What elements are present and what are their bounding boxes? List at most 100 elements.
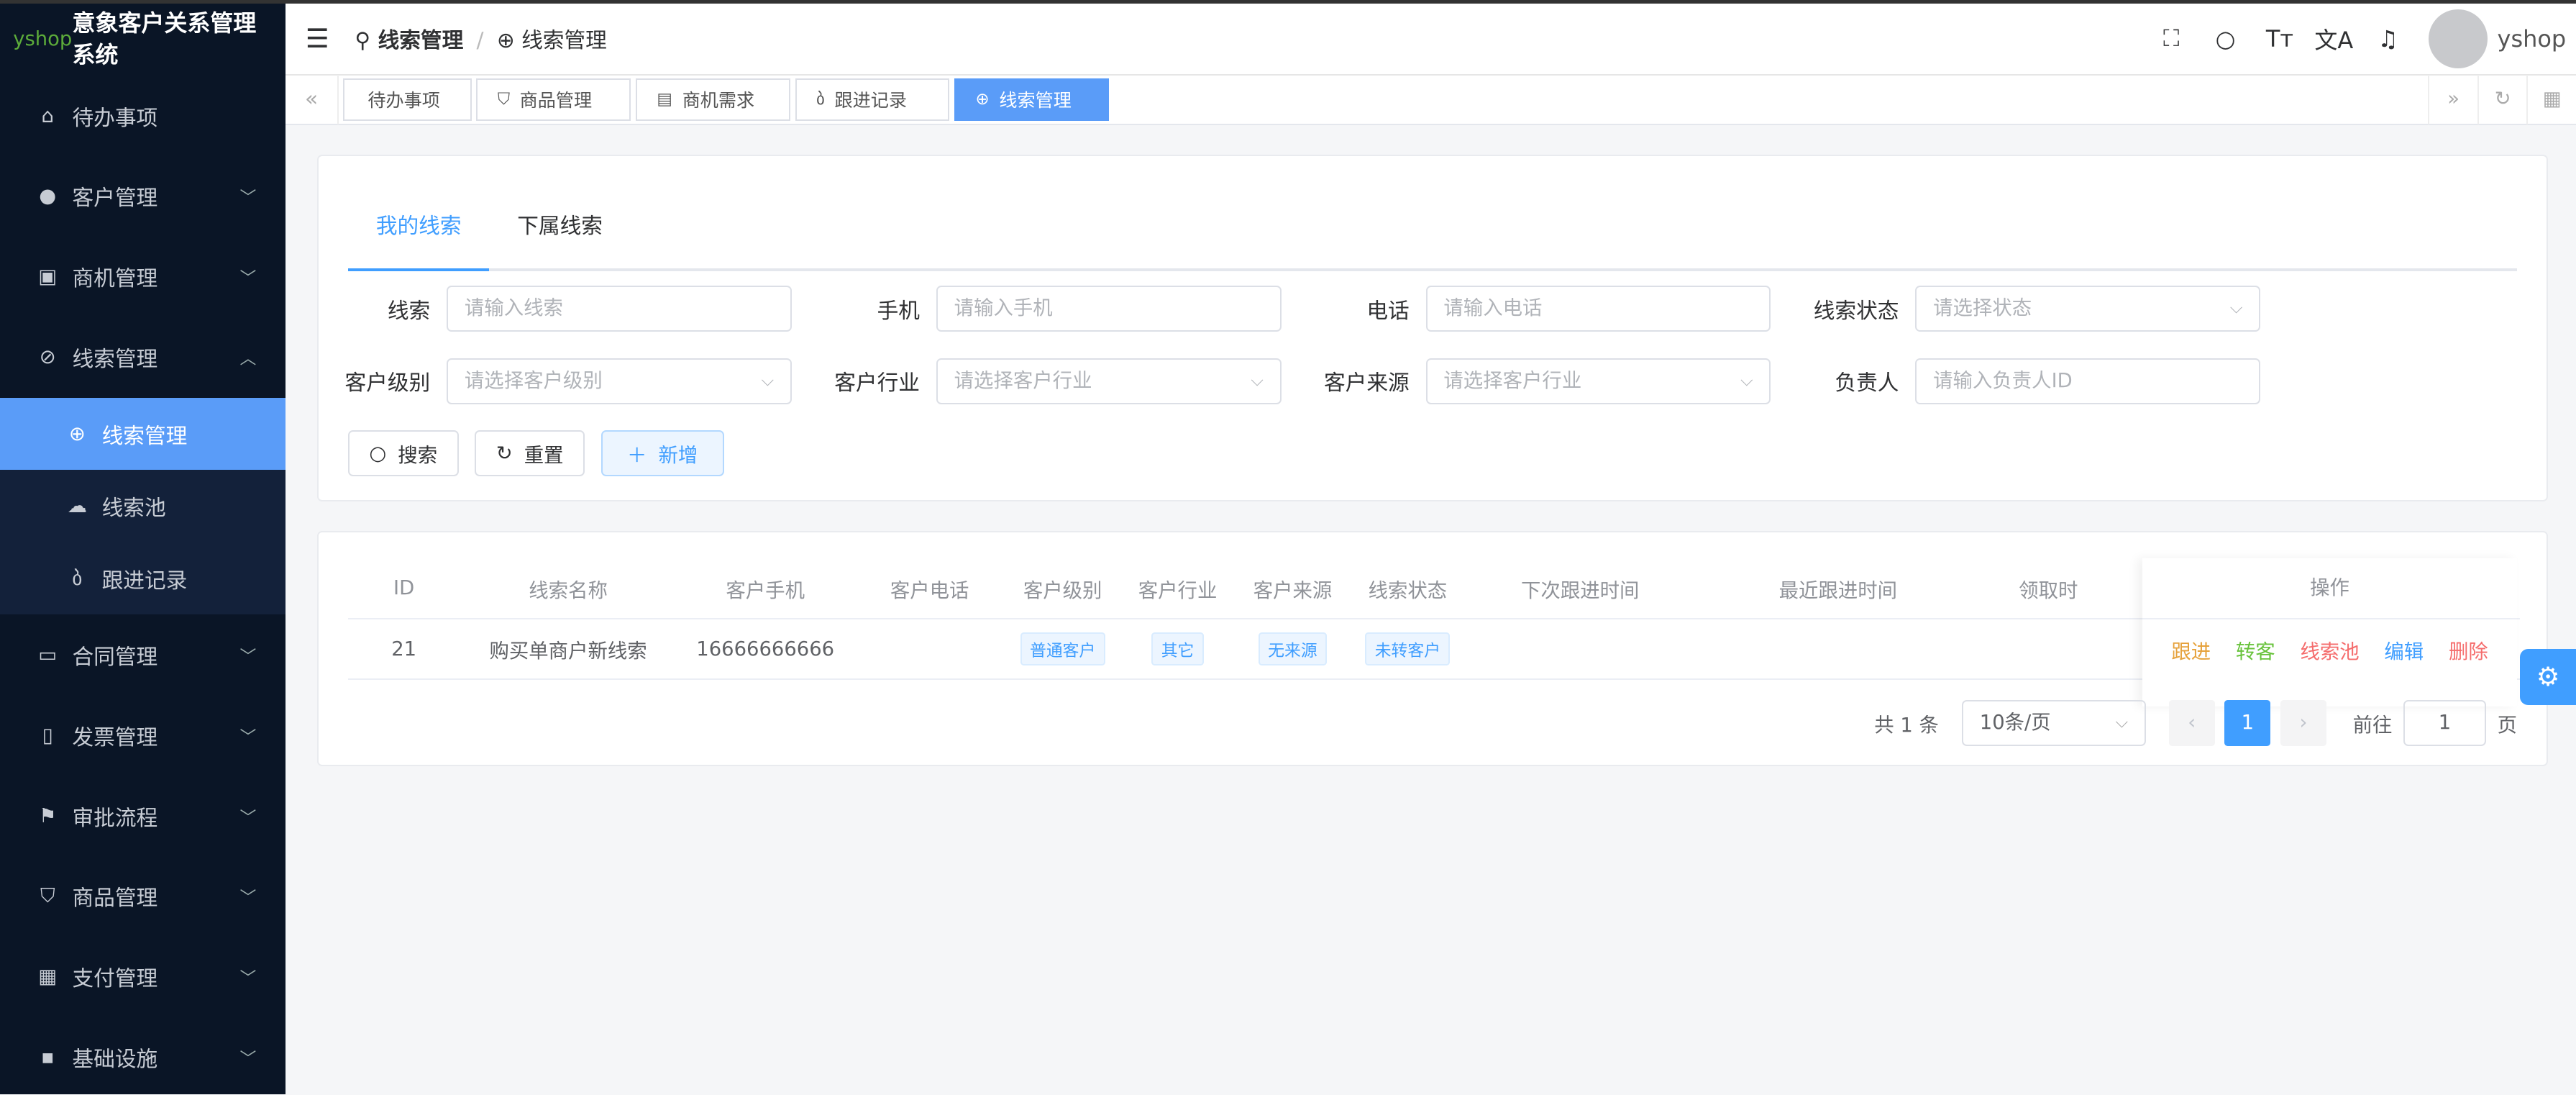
- username[interactable]: yshop: [2498, 25, 2567, 53]
- page-tab[interactable]: ▤ 商机需求: [636, 78, 790, 122]
- header-tools: ⛶ ○ Tт 文A ♫ yshop: [2144, 3, 2575, 76]
- column-header: 线索状态: [1368, 579, 1448, 602]
- tab-icon: ბ: [816, 90, 825, 109]
- settings-gear-icon[interactable]: ⚙: [2520, 649, 2576, 705]
- column-header: 线索名称: [529, 579, 608, 602]
- field-label: 线索: [387, 298, 431, 324]
- table-cell: 其它: [1120, 632, 1236, 666]
- search-icon[interactable]: ○: [2198, 25, 2252, 53]
- grid-menu-icon[interactable]: ▦: [2526, 75, 2576, 124]
- sidebar-item-label: 发票管理: [72, 724, 158, 750]
- sidebar-item-label: 基础设施: [72, 1047, 158, 1073]
- sidebar-item[interactable]: ⌂ 待办事项: [0, 76, 286, 156]
- search-icon: ○: [369, 442, 387, 465]
- add-button[interactable]: ＋新增: [600, 430, 724, 477]
- sidebar-item[interactable]: ▣ 商机管理 ﹀: [0, 237, 286, 317]
- sidebar-item[interactable]: ⊘ 线索管理 ︿: [0, 317, 286, 398]
- table-cell: 21: [348, 638, 460, 660]
- tab-sub-leads[interactable]: 下属线索: [489, 188, 630, 268]
- field-label: 客户级别: [344, 371, 431, 396]
- prev-page-button[interactable]: ‹: [2168, 699, 2215, 746]
- sidebar-item[interactable]: ● 客户管理 ﹀: [0, 156, 286, 237]
- filter-input[interactable]: 请输入电话: [1425, 286, 1771, 332]
- sidebar-subitem[interactable]: ⊕ 线索管理: [0, 397, 286, 471]
- column-header: 客户级别: [1023, 579, 1102, 602]
- tab-my-leads[interactable]: 我的线索: [347, 188, 490, 272]
- page-button[interactable]: 1: [2224, 699, 2271, 746]
- column-header: 客户电话: [890, 579, 969, 602]
- filter-field: 负责人 请输入负责人ID: [1787, 358, 2277, 404]
- translate-icon[interactable]: 文A: [2307, 22, 2361, 55]
- sidebar-item[interactable]: ⛉ 商品管理 ﹀: [0, 856, 286, 937]
- reset-button[interactable]: ↻ 重置: [475, 430, 585, 477]
- page-size-select[interactable]: 10条/页 ⌵: [1961, 699, 2146, 746]
- column-header: 领取时: [2019, 579, 2078, 602]
- filter-input[interactable]: 请选择客户级别 ⌵: [447, 358, 792, 404]
- flag-icon: ⚑: [38, 804, 57, 827]
- action-link[interactable]: 编辑: [2384, 635, 2424, 664]
- folder-icon: ▭: [38, 643, 58, 666]
- hamburger-icon[interactable]: ☰: [306, 23, 339, 54]
- sidebar-item[interactable]: ▪ 基础设施 ﹀: [0, 1017, 286, 1095]
- table-cell: 无来源: [1236, 632, 1351, 666]
- chevron-down-icon: ⌵: [1251, 371, 1264, 390]
- sidebar-item[interactable]: ⚑ 审批流程 ﹀: [0, 776, 286, 856]
- field-label: 手机: [877, 298, 920, 324]
- tab-icon: ⛉: [497, 90, 510, 109]
- cart-icon: ⛉: [40, 884, 55, 907]
- sidebar-subitem[interactable]: ბ 跟进记录: [0, 542, 286, 615]
- filter-input[interactable]: 请输入负责人ID: [1915, 358, 2261, 404]
- filter-input[interactable]: 请选择状态 ⌵: [1915, 286, 2261, 332]
- tag-badge: 未转客户: [1365, 632, 1451, 666]
- next-page-button[interactable]: ›: [2280, 699, 2327, 746]
- grid-icon: ▪: [40, 1046, 55, 1069]
- action-link[interactable]: 删除: [2449, 635, 2488, 664]
- chevron-down-icon: ﹀: [239, 188, 257, 208]
- page-tab[interactable]: ⛉ 商品管理: [476, 78, 631, 122]
- ops-header: 操作: [2142, 558, 2517, 619]
- page-suffix: 页: [2497, 714, 2517, 737]
- tag-badge: 普通客户: [1020, 632, 1105, 666]
- breadcrumb-item[interactable]: ⚲ 线索管理: [355, 28, 463, 53]
- column-header: 客户来源: [1253, 579, 1333, 602]
- refresh-icon[interactable]: ↻: [2477, 75, 2527, 124]
- logo: yshop 意象客户关系管理系统: [0, 4, 286, 76]
- filter-input[interactable]: 请输入线索: [447, 286, 792, 332]
- action-link[interactable]: 跟进: [2171, 635, 2211, 664]
- field-label: 负责人: [1835, 371, 1899, 396]
- sidebar-item[interactable]: ▭ 合同管理 ﹀: [0, 614, 286, 695]
- filter-input[interactable]: 请选择客户行业 ⌵: [936, 358, 1282, 404]
- goto-page-input[interactable]: 1: [2403, 699, 2486, 746]
- cell-text: 购买单商户新线索: [489, 640, 647, 663]
- filter-input[interactable]: 请选择客户行业 ⌵: [1425, 358, 1771, 404]
- sidebar-item[interactable]: ▦ 支付管理 ﹀: [0, 937, 286, 1017]
- app-title: 意象客户关系管理系统: [72, 9, 257, 68]
- fullscreen-icon[interactable]: ⛶: [2144, 24, 2198, 53]
- bell-icon[interactable]: ♫: [2361, 25, 2415, 53]
- chevron-down-icon: ﹀: [239, 1050, 257, 1069]
- page-tab[interactable]: 待办事项: [343, 78, 472, 122]
- search-button[interactable]: ○ 搜索: [347, 430, 459, 477]
- avatar[interactable]: [2428, 9, 2488, 68]
- total-count: 共 1 条: [1874, 714, 1939, 737]
- tabs-scroll-right[interactable]: »: [2428, 75, 2477, 124]
- font-size-icon[interactable]: Tт: [2252, 25, 2306, 53]
- search-card: 我的线索 下属线索 线索 请输入线索 手机 请输入手机 电话 请输入电话 线索状态 请选择状态…: [316, 154, 2549, 501]
- tabs-scroll-left[interactable]: «: [286, 75, 339, 124]
- chevron-down-icon: ﹀: [239, 269, 257, 288]
- sidebar-item[interactable]: ▯ 发票管理 ﹀: [0, 695, 286, 776]
- filter-input[interactable]: 请输入手机: [936, 286, 1282, 332]
- sidebar-item-label: 商品管理: [72, 886, 158, 912]
- filter-field: 客户行业 请选择客户行业 ⌵: [808, 358, 1298, 404]
- page-tab[interactable]: ⊕ 线索管理: [954, 78, 1109, 122]
- page-tab[interactable]: ბ 跟进记录: [795, 78, 950, 122]
- sidebar-subitem[interactable]: ☁ 线索池: [0, 470, 286, 542]
- action-link[interactable]: 转客: [2236, 635, 2275, 664]
- filter-field: 客户来源 请选择客户行业 ⌵: [1297, 358, 1787, 404]
- action-link[interactable]: 线索池: [2300, 635, 2359, 664]
- breadcrumb: ⚲ 线索管理 / ⊕ 线索管理: [355, 28, 607, 54]
- sidebar-item-label: 支付管理: [72, 966, 158, 992]
- sidebar-item-label: 待办事项: [72, 105, 158, 131]
- chevron-down-icon: ⌵: [2229, 299, 2243, 318]
- tab-icon: ⊕: [975, 90, 990, 109]
